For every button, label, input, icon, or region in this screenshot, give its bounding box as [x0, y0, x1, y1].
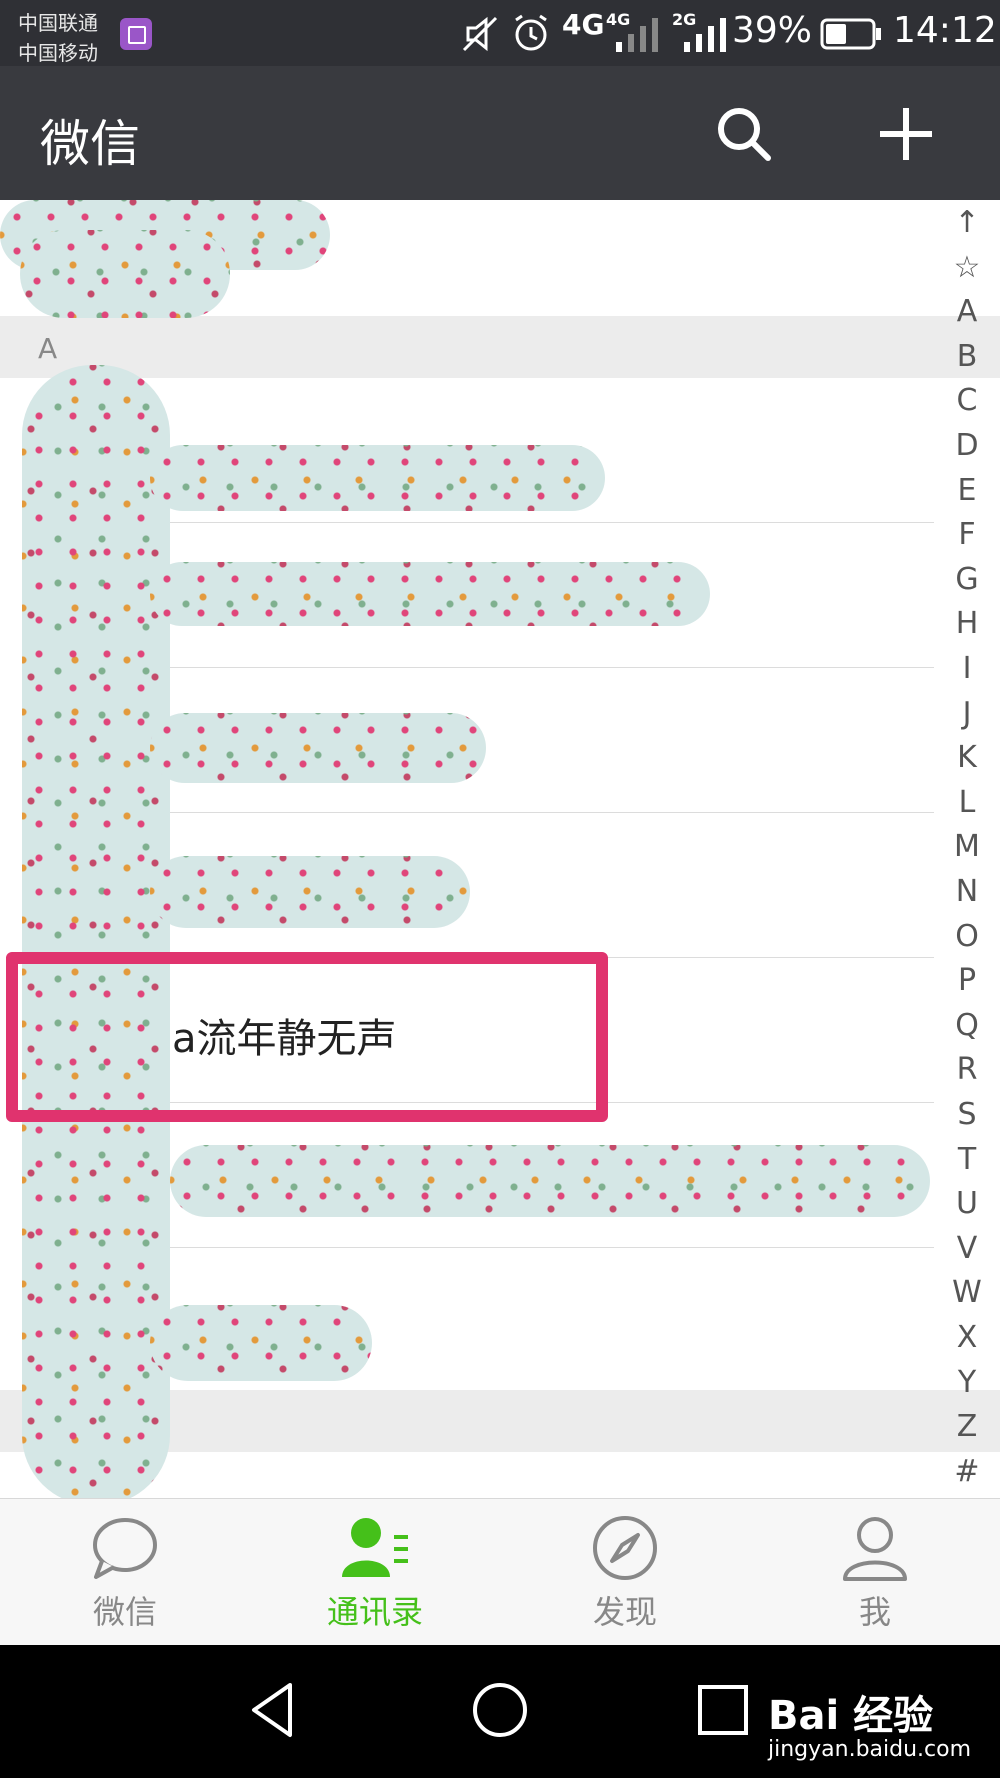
watermark-url: jingyan.baidu.com	[768, 1737, 972, 1762]
redaction-scribble	[22, 365, 170, 1498]
index-letter[interactable]: M	[945, 829, 989, 864]
network-type-1: 4G	[562, 8, 605, 41]
index-letter[interactable]: C	[945, 383, 989, 418]
tab-discover[interactable]: 发现	[500, 1499, 750, 1645]
battery-percent: 39%	[732, 10, 813, 51]
index-letter[interactable]: S	[945, 1097, 989, 1132]
index-letter[interactable]: H	[945, 606, 989, 641]
index-letter[interactable]: Q	[945, 1008, 989, 1043]
alarm-icon	[515, 14, 547, 51]
redaction-scribble	[150, 562, 710, 626]
redaction-scribble	[150, 445, 605, 511]
gallery-notification-icon	[120, 18, 152, 50]
index-letter[interactable]: T	[945, 1142, 989, 1177]
status-bar: 中国联通 中国移动 4G 4G 2G 39% 14:12	[0, 0, 1000, 66]
search-icon[interactable]	[712, 102, 776, 166]
index-letter[interactable]: R	[945, 1052, 989, 1087]
signal-strength-2-icon	[684, 18, 726, 52]
index-letter[interactable]: N	[945, 874, 989, 909]
tab-contacts[interactable]: 通讯录	[250, 1499, 500, 1645]
bottom-tab-bar: 微信 通讯录 发现 我	[0, 1498, 1000, 1645]
carrier-1: 中国联通	[18, 11, 98, 35]
index-letter[interactable]: E	[945, 473, 989, 508]
tab-me[interactable]: 我	[750, 1499, 1000, 1645]
index-letter[interactable]: #	[945, 1454, 989, 1489]
highlight-box	[6, 952, 608, 1122]
index-letter[interactable]: A	[945, 294, 989, 329]
redaction-scribble	[150, 856, 470, 928]
index-letter[interactable]: ↑	[945, 205, 989, 240]
battery-icon	[820, 18, 881, 50]
plus-icon[interactable]	[874, 102, 938, 166]
index-letter[interactable]: G	[945, 562, 989, 597]
index-letter[interactable]: O	[945, 919, 989, 954]
redaction-scribble	[20, 230, 230, 318]
contact-list[interactable]: A a流年静无声 B	[0, 200, 1000, 1498]
chat-bubble-icon	[93, 1518, 157, 1579]
compass-icon	[593, 1516, 657, 1580]
index-letter[interactable]: F	[945, 517, 989, 552]
clock: 14:12	[893, 10, 997, 51]
recent-apps-icon[interactable]	[688, 1675, 758, 1745]
index-letter[interactable]: K	[945, 740, 989, 775]
index-letter[interactable]: Y	[945, 1365, 989, 1400]
app-header: 微信	[0, 66, 1000, 200]
vibrate-off-icon	[462, 16, 498, 52]
index-letter[interactable]: U	[945, 1186, 989, 1221]
person-icon	[843, 1517, 907, 1581]
index-letter[interactable]: J	[945, 696, 989, 731]
contacts-icon	[342, 1518, 408, 1577]
redaction-scribble	[170, 1145, 930, 1217]
tab-label: 我	[858, 1593, 891, 1631]
index-letter[interactable]: V	[945, 1231, 989, 1266]
tab-label: 微信	[92, 1593, 157, 1631]
system-nav-bar: Bai 经验 jingyan.baidu.com	[0, 1645, 1000, 1778]
signal-strength-icon	[616, 18, 658, 52]
index-letter[interactable]: P	[945, 963, 989, 998]
index-letter[interactable]: X	[945, 1320, 989, 1355]
index-letter[interactable]: D	[945, 428, 989, 463]
watermark-logo: Bai 经验	[768, 1693, 934, 1739]
tab-label: 发现	[592, 1593, 657, 1631]
redaction-scribble	[150, 713, 486, 783]
redaction-scribble	[150, 1305, 372, 1381]
index-letter[interactable]: L	[945, 785, 989, 820]
back-icon[interactable]	[240, 1675, 310, 1745]
index-letter[interactable]: W	[945, 1275, 989, 1310]
page-title: 微信	[40, 115, 140, 173]
index-letter[interactable]: B	[945, 339, 989, 374]
home-icon[interactable]	[465, 1675, 535, 1745]
section-header-a: A	[0, 316, 1000, 378]
tab-label: 通讯录	[326, 1593, 423, 1631]
tab-chats[interactable]: 微信	[0, 1499, 250, 1645]
index-letter[interactable]: ☆	[945, 250, 989, 285]
section-letter: A	[38, 332, 58, 365]
index-letter[interactable]: I	[945, 651, 989, 686]
index-letter[interactable]: Z	[945, 1409, 989, 1444]
carrier-2: 中国移动	[18, 41, 98, 65]
